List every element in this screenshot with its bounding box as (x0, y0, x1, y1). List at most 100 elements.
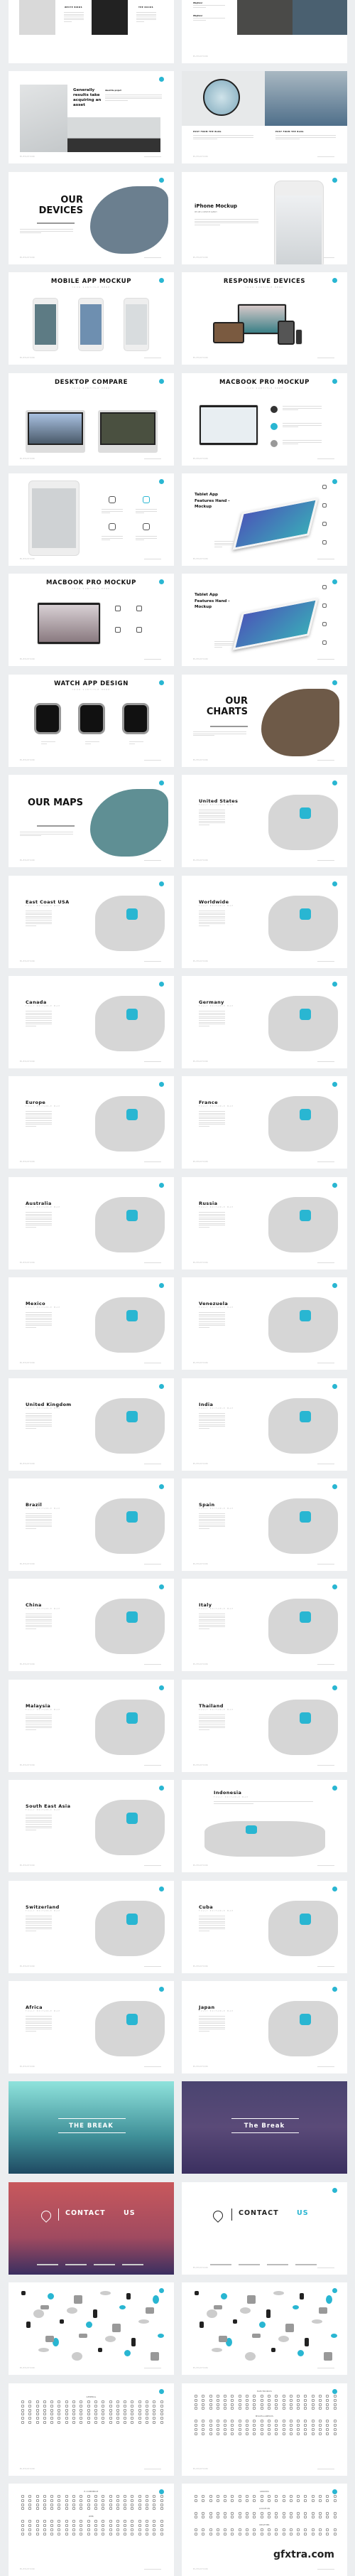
icon-glyph (102, 2417, 105, 2420)
icon-glyph (124, 2495, 127, 2498)
icon-glyph (216, 2403, 219, 2406)
text-line (26, 1822, 52, 1823)
icon-glyph (58, 2523, 61, 2527)
slide-map[interactable]: ELEVATION United Kingdom FULLY EDITABLE MA… (9, 1378, 174, 1471)
map-title: East Coast USA (26, 899, 70, 905)
slide-map[interactable]: ELEVATION Cuba FULLY EDITABLE MAP (182, 1881, 347, 1973)
slide-infographic[interactable]: ELEVATION (9, 2282, 174, 2375)
text-line (199, 1729, 209, 1730)
slide-article[interactable]: ELEVATION Generally results take acquirin… (9, 71, 174, 163)
icon-glyph (319, 2495, 322, 2498)
icon-glyph (231, 2516, 234, 2519)
icon-glyph (267, 2423, 271, 2427)
icon-glyph (109, 2420, 112, 2424)
slide-subtitle: YOUR SUBTITLE HERE (72, 387, 111, 390)
slide-contact[interactable]: CONTACT US (9, 2182, 174, 2275)
slide-map[interactable]: ELEVATION South East Asia FULLY EDITABLE M… (9, 1780, 174, 1872)
slide-bloggrid[interactable]: WayfarerWayfarerWayfarerWayfarerELEVATIO… (182, 0, 347, 63)
icon-glyph (43, 2417, 46, 2420)
slide-section[interactable]: ELEVATION OUR MAPS (9, 775, 174, 867)
page-number-badge (332, 1082, 337, 1087)
icon-glyph (289, 2427, 293, 2431)
icon-glyph (94, 2408, 97, 2412)
slide-map[interactable]: ELEVATION China FULLY EDITABLE MAP (9, 1579, 174, 1671)
slide-icons[interactable]: ELEVATION GENERAL (9, 2383, 174, 2476)
icon-glyph (58, 2417, 61, 2420)
slide-map[interactable]: ELEVATION Africa FULLY EDITABLE MAP (9, 1981, 174, 2073)
slide-centered[interactable]: ELEVATION MOBILE APP MOCKUP YOUR SUBTITLE … (9, 272, 174, 365)
icon-glyph (28, 2532, 32, 2535)
slide-posts[interactable]: ELEVATION POST FROM THE BLOG POST FROM THE… (182, 71, 347, 163)
slide-mockup[interactable]: ELEVATION iPhone Mockup WE ARE A CREATIVE … (182, 172, 347, 264)
slide-section[interactable]: ELEVATION OUR DEVICES (9, 172, 174, 264)
icon-glyph (146, 2420, 149, 2424)
slide-map[interactable]: ELEVATION Malaysia FULLY EDITABLE MAP (9, 1680, 174, 1772)
icon-glyph (160, 2507, 163, 2511)
icon-glyph (246, 2420, 249, 2423)
title-underline (210, 726, 248, 727)
icon-glyph (21, 2499, 24, 2502)
slide-map[interactable]: ELEVATION Europe FULLY EDITABLE MAP (9, 1076, 174, 1169)
slide-map[interactable]: ELEVATION Worldwide FULLY EDITABLE MAP (182, 876, 347, 968)
slide-map[interactable]: ELEVATION Brazil FULLY EDITABLE MAP (9, 1478, 174, 1571)
slide-map[interactable]: ELEVATION United States FULLY EDITABLE MAP (182, 775, 347, 867)
text-line (26, 1112, 52, 1114)
slide-map[interactable]: ELEVATION Russia FULLY EDITABLE MAP (182, 1177, 347, 1270)
slide-section[interactable]: ELEVATION OUR CHARTS (182, 675, 347, 767)
icon-glyph (50, 2408, 54, 2412)
slide-centered[interactable]: ELEVATION WATCH APP DESIGN YOUR SUBTITLE H… (9, 675, 174, 767)
icon-glyph (333, 2395, 337, 2398)
slide-map[interactable]: ELEVATION France FULLY EDITABLE MAP (182, 1076, 347, 1169)
slide-map[interactable]: ELEVATION Japan FULLY EDITABLE MAP (182, 1981, 347, 2073)
icon-glyph (36, 2408, 39, 2412)
text-line (26, 2017, 52, 2019)
slide-map[interactable]: ELEVATION Thailand FULLY EDITABLE MAP (182, 1680, 347, 1772)
icon-glyph (87, 2503, 90, 2506)
macbook-mockup (199, 404, 258, 446)
slide-centered[interactable]: ELEVATION DESKTOP COMPARE YOUR SUBTITLE HE… (9, 373, 174, 466)
slide-map[interactable]: ELEVATION India FULLY EDITABLE MAP (182, 1378, 347, 1471)
slide-map[interactable]: ELEVATION Indonesia FULLY EDITABLE MAP (182, 1780, 347, 1872)
text-line (26, 1816, 52, 1818)
icon-glyph (216, 2532, 219, 2535)
slide-map[interactable]: ELEVATION Australia FULLY EDITABLE MAP (9, 1177, 174, 1270)
body-text (199, 1916, 225, 1932)
page-number-badge (159, 1786, 164, 1791)
slide-icons[interactable]: ELEVATION ARROWS LOCATION WEATHER (182, 2484, 347, 2576)
text-line (199, 1624, 225, 1626)
slide-centered[interactable]: ELEVATION MACBOOK PRO MOCKUP YOUR SUBTITLE… (9, 574, 174, 666)
slide-infographic[interactable]: ELEVATION (182, 2282, 347, 2375)
body-text (26, 1916, 52, 1932)
icon-glyph (297, 2423, 300, 2427)
slide-icons[interactable]: ELEVATION ELECTRONICS MISCELLANEOUS (182, 2383, 347, 2476)
text-line (193, 19, 206, 21)
slide-map[interactable]: ELEVATION Switzerland FULLY EDITABLE MAP (9, 1881, 174, 1973)
slide-map[interactable]: ELEVATION Venezuela FULLY EDITABLE MAP (182, 1277, 347, 1370)
icon-glyph (260, 2427, 263, 2431)
slide-map[interactable]: ELEVATION Mexico FULLY EDITABLE MAP (9, 1277, 174, 1370)
infographic-element (86, 2322, 92, 2328)
slide-centered[interactable]: ELEVATION MACBOOK PRO MOCKUP YOUR SUBTITLE… (182, 373, 347, 466)
icon-glyph (102, 2520, 105, 2523)
slide-contact[interactable]: ELEVATION CONTACT US (182, 2182, 347, 2275)
slide-tablet[interactable]: ELEVATION Tablet App Features Hand - Mock… (182, 574, 347, 666)
slide-map[interactable]: ELEVATION Italy FULLY EDITABLE MAP (182, 1579, 347, 1671)
slide-map[interactable]: ELEVATION Germany FULLY EDITABLE MAP (182, 976, 347, 1068)
slide-ipad[interactable]: ELEVATION (9, 473, 174, 566)
slide-map[interactable]: ELEVATION Spain FULLY EDITABLE MAP (182, 1478, 347, 1571)
map-shape (268, 1901, 338, 1956)
slide-tablet[interactable]: ELEVATION Tablet App Features Hand - Mock… (182, 473, 347, 566)
slide-break[interactable]: THE BREAK (9, 2081, 174, 2174)
slide-centered[interactable]: ELEVATION RESPONSIVE DEVICES YOUR SUBTITLE… (182, 272, 347, 365)
icon-glyph (36, 2499, 39, 2502)
slide-icons[interactable]: ELEVATION E-COMMERCE WEB (9, 2484, 174, 2576)
slide-break[interactable]: The Break (182, 2081, 347, 2174)
icon-glyph (297, 2420, 300, 2423)
slide-map[interactable]: ELEVATION Canada FULLY EDITABLE MAP (9, 976, 174, 1068)
slide-grid[interactable]: WHITE BIRDS THE ROCKS (9, 0, 174, 63)
body-text (20, 229, 73, 235)
infographic-element (79, 2334, 87, 2338)
slide-map[interactable]: ELEVATION East Coast USA FULLY EDITABLE MA… (9, 876, 174, 968)
text-line (199, 2024, 225, 2026)
icon-glyph (267, 2403, 271, 2406)
